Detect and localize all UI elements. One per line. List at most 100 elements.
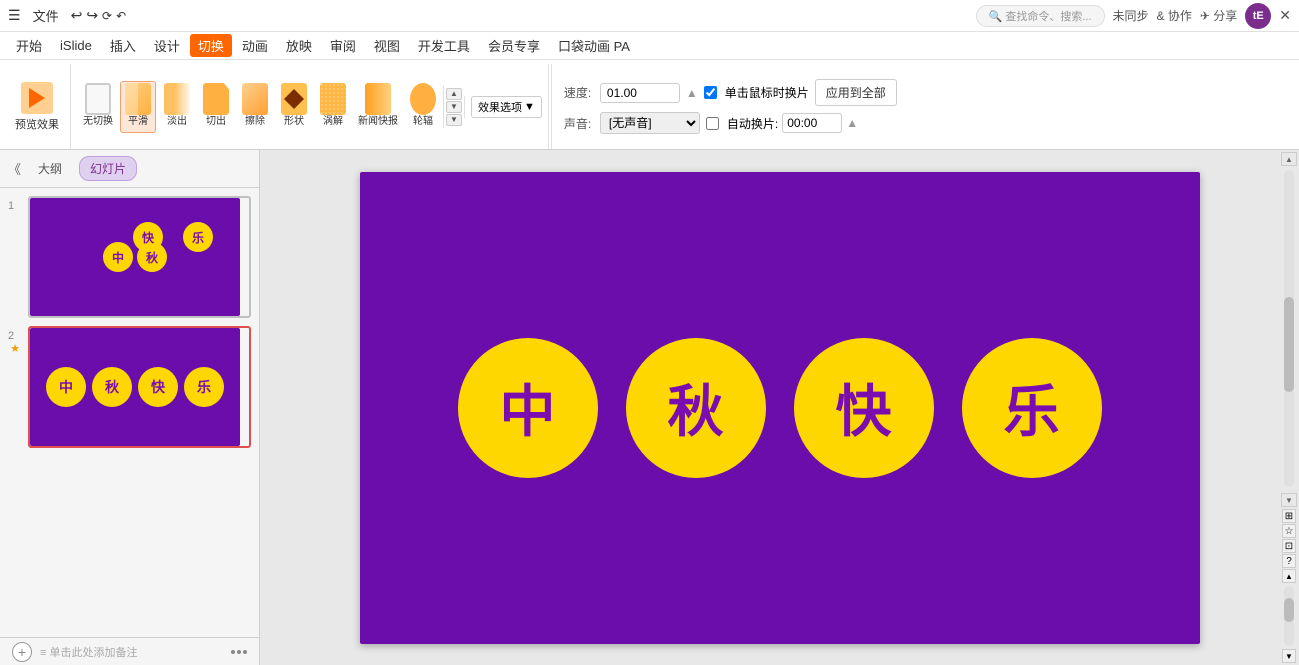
file-menu[interactable]: 文件 xyxy=(25,4,67,27)
slide-thumbnail-1[interactable]: 中 秋 快 乐 xyxy=(28,196,251,318)
shape-icon xyxy=(281,86,307,112)
undo-icon[interactable]: ↩ xyxy=(71,7,83,24)
tab-slides[interactable]: 幻灯片 xyxy=(79,156,137,181)
thumb2-circle-2: 秋 xyxy=(92,367,132,407)
slide-number-1: 1 xyxy=(8,196,22,212)
erase-icon xyxy=(242,86,268,112)
speed-input[interactable] xyxy=(600,83,680,103)
collab-btn[interactable]: & 协作 xyxy=(1157,7,1192,24)
filter-icon[interactable]: ⊞ xyxy=(1282,509,1296,523)
dissolve-btn[interactable]: 涡解 xyxy=(315,81,351,133)
extra-scroll-down[interactable]: ▼ xyxy=(1282,649,1296,663)
menu-bar: 开始 iSlide 插入 设计 切换 动画 放映 审阅 视图 开发工具 会员专享… xyxy=(0,32,1299,60)
menu-animation[interactable]: 动画 xyxy=(234,34,276,57)
menu-devtools[interactable]: 开发工具 xyxy=(410,34,478,57)
canvas-scrollbar-track xyxy=(1284,170,1294,487)
ribbon-scroll-expand[interactable]: ▼ xyxy=(446,114,462,126)
slide-item-1[interactable]: 1 中 秋 快 乐 xyxy=(8,196,251,318)
smooth-btn[interactable]: 平滑 xyxy=(120,81,156,133)
menu-insert[interactable]: 插入 xyxy=(102,34,144,57)
menu-view[interactable]: 视图 xyxy=(366,34,408,57)
sound-select[interactable]: [无声音] xyxy=(600,112,700,134)
no-switch-label: 无切换 xyxy=(83,112,113,127)
auto-switch-time[interactable] xyxy=(782,113,842,133)
menu-design[interactable]: 设计 xyxy=(146,34,188,57)
sync-btn[interactable]: 未同步 xyxy=(1113,7,1149,24)
ribbon-transitions-group: 无切换 平滑 淡出 切出 擦除 xyxy=(73,64,549,149)
menu-islide[interactable]: iSlide xyxy=(52,36,100,55)
ribbon-speed-row: 速度: ▲ 单击鼠标时换片 应用到全部 xyxy=(564,79,1287,106)
menu-playback[interactable]: 放映 xyxy=(278,34,320,57)
wheel-icon xyxy=(410,86,436,112)
help-icon[interactable]: ? xyxy=(1282,554,1296,568)
thumb2-circle-1: 中 xyxy=(46,367,86,407)
speed-up-icon[interactable]: ▲ xyxy=(686,86,698,100)
window-close[interactable]: ✕ xyxy=(1279,7,1291,24)
main-circles: 中 秋 快 乐 xyxy=(458,338,1102,478)
transitions-items: 无切换 平滑 淡出 切出 擦除 xyxy=(79,81,441,133)
title-bar-left: ☰ 文件 ↩ ↪ ⟳ ↶ xyxy=(8,4,126,27)
slide-number-2: 2 xyxy=(8,326,22,342)
add-slide-btn[interactable]: + xyxy=(12,642,32,662)
resize-icon[interactable]: ⊡ xyxy=(1282,539,1296,553)
menu-review[interactable]: 审阅 xyxy=(322,34,364,57)
canvas-area: 中 秋 快 乐 ▲ ▼ ⊞ ☆ ⊡ ? ▲ ▼ xyxy=(260,150,1299,665)
preview-btn[interactable]: 预览效果 xyxy=(10,79,64,135)
ribbon-preview-items: 预览效果 xyxy=(10,66,64,147)
extra-scroll-up[interactable]: ▲ xyxy=(1282,569,1296,583)
auto-switch-checkbox[interactable] xyxy=(706,117,719,130)
title-bar: ☰ 文件 ↩ ↪ ⟳ ↶ 🔍 查找命令、搜索... 未同步 & 协作 ✈ 分享 … xyxy=(0,0,1299,32)
main-circle-3: 快 xyxy=(794,338,934,478)
shape-btn[interactable]: 形状 xyxy=(276,81,312,133)
search-bar[interactable]: 🔍 查找命令、搜索... xyxy=(976,5,1105,27)
main-area: 《 大纲 幻灯片 1 中 秋 快 乐 xyxy=(0,150,1299,665)
ribbon-scroll-up[interactable]: ▲ xyxy=(446,88,462,100)
main-circle-1: 中 xyxy=(458,338,598,478)
thumb1-circles: 中 秋 快 乐 xyxy=(103,242,167,272)
redo-icon[interactable]: ↪ xyxy=(86,7,98,24)
sidebar-collapse-btn[interactable]: 《 xyxy=(8,159,21,178)
side-thumb[interactable] xyxy=(1284,598,1294,622)
slide-thumbnail-2[interactable]: 中 秋 快 乐 xyxy=(28,326,251,448)
canvas-scroll-down-btn[interactable]: ▼ xyxy=(1281,493,1297,507)
menu-member[interactable]: 会员专享 xyxy=(480,34,548,57)
slide-item-2[interactable]: 2 ★ 中 秋 快 乐 xyxy=(8,326,251,448)
cutout-btn[interactable]: 切出 xyxy=(198,81,234,133)
wheel-btn[interactable]: 轮辐 xyxy=(405,81,441,133)
menu-pocket[interactable]: 口袋动画 PA xyxy=(550,34,638,57)
slide2-meta: 2 ★ xyxy=(8,326,22,355)
dots-menu[interactable] xyxy=(231,650,247,654)
toolbar-icon2[interactable]: ↶ xyxy=(116,9,126,23)
toolbar-icon1[interactable]: ⟳ xyxy=(102,9,112,23)
speed-label: 速度: xyxy=(564,84,594,101)
fadeout-label: 淡出 xyxy=(167,112,187,127)
effect-options-container: 效果选项 ▼ xyxy=(464,96,542,118)
shape-label: 形状 xyxy=(284,112,304,127)
apply-all-btn[interactable]: 应用到全部 xyxy=(815,79,897,106)
time-up-icon[interactable]: ▲ xyxy=(846,116,858,130)
erase-btn[interactable]: 擦除 xyxy=(237,81,273,133)
no-switch-btn[interactable]: 无切换 xyxy=(79,81,117,133)
user-avatar: tE xyxy=(1245,3,1271,29)
preview-icon xyxy=(21,82,53,114)
slide-canvas-2: 中 秋 快 乐 xyxy=(30,328,240,446)
canvas-scrollbar-thumb[interactable] xyxy=(1284,297,1294,392)
effect-options-btn[interactable]: 效果选项 ▼ xyxy=(471,96,542,118)
canvas-scroll-up-btn[interactable]: ▲ xyxy=(1281,152,1297,166)
star-icon[interactable]: ☆ xyxy=(1282,524,1296,538)
sound-label: 声音: xyxy=(564,115,594,132)
side-track xyxy=(1284,586,1294,646)
news-btn[interactable]: 新闻快报 xyxy=(354,81,402,133)
click-switch-label: 单击鼠标时换片 xyxy=(725,84,809,101)
click-switch-checkbox[interactable] xyxy=(704,86,717,99)
menu-icon[interactable]: ☰ xyxy=(8,7,21,24)
menu-start[interactable]: 开始 xyxy=(8,34,50,57)
fadeout-btn[interactable]: 淡出 xyxy=(159,81,195,133)
tab-outline[interactable]: 大纲 xyxy=(27,156,73,181)
note-label: ≡ 单击此处添加备注 xyxy=(40,644,137,660)
slide-star-2: ★ xyxy=(10,342,20,355)
ribbon-scroll-down[interactable]: ▼ xyxy=(446,101,462,113)
share-btn[interactable]: ✈ 分享 xyxy=(1200,7,1237,24)
menu-switch[interactable]: 切换 xyxy=(190,34,232,57)
dissolve-icon xyxy=(320,86,346,112)
